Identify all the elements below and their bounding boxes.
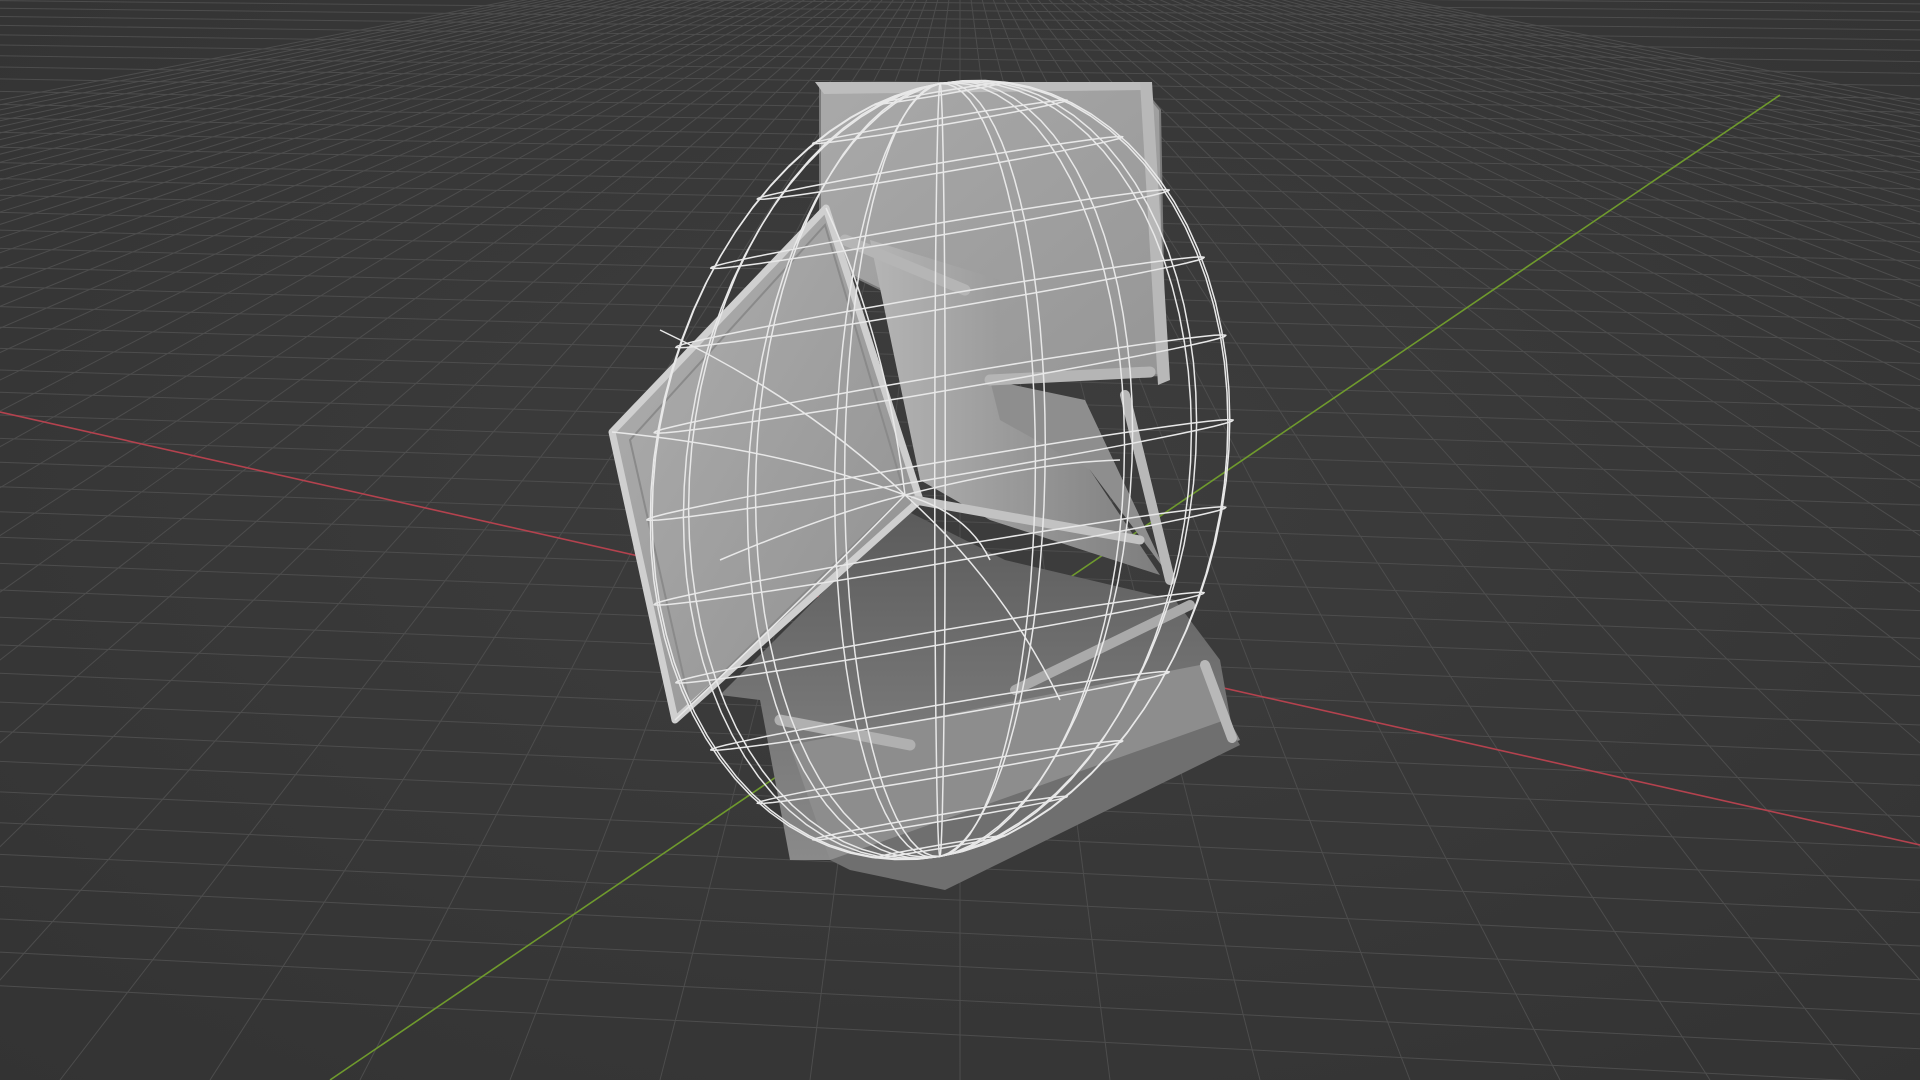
3d-viewport[interactable] bbox=[0, 0, 1920, 1080]
viewport-canvas[interactable] bbox=[0, 0, 1920, 1080]
